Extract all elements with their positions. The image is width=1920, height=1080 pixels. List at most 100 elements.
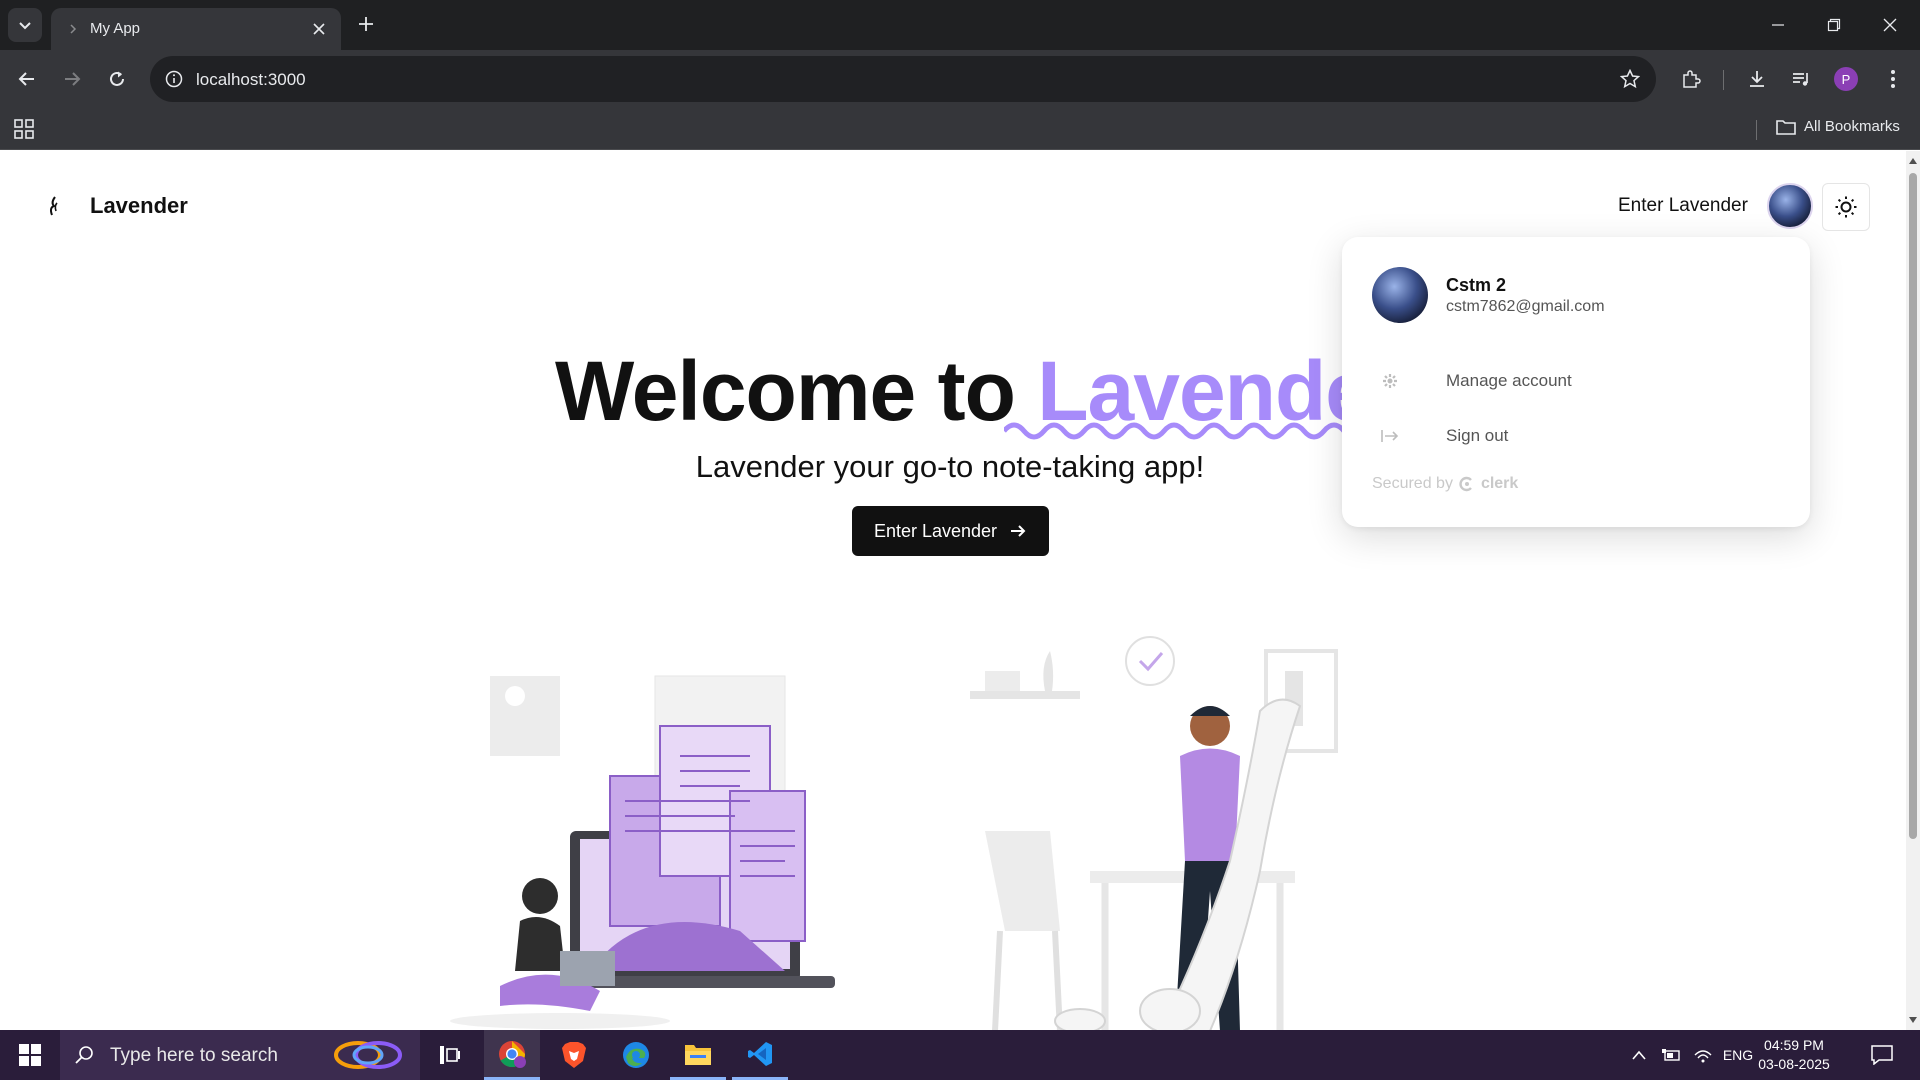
start-button[interactable]: [0, 1030, 60, 1080]
close-window-button[interactable]: [1862, 0, 1918, 50]
back-button[interactable]: [10, 62, 44, 96]
more-menu-icon[interactable]: [1876, 62, 1910, 96]
bookmarks-divider: [1756, 120, 1757, 140]
search-icon: [75, 1046, 93, 1064]
secured-by-footer: Secured by clerk: [1372, 475, 1518, 493]
taskbar-search-box[interactable]: Type here to search: [60, 1030, 420, 1080]
user-email: cstm7862@gmail.com: [1446, 298, 1605, 315]
scroll-thumb[interactable]: [1909, 173, 1917, 839]
taskbar-brave[interactable]: [546, 1030, 602, 1080]
download-icon[interactable]: [1740, 62, 1774, 96]
sign-out-button[interactable]: Sign out: [1342, 412, 1810, 460]
plus-icon: [359, 17, 373, 31]
address-bar[interactable]: localhost:3000: [150, 56, 1656, 102]
minimize-button[interactable]: [1750, 0, 1806, 50]
task-view-button[interactable]: [422, 1030, 478, 1080]
profile-button[interactable]: P: [1829, 62, 1863, 96]
battery-tray-icon[interactable]: [1656, 1030, 1686, 1080]
user-name: Cstm 2: [1446, 275, 1507, 295]
search-placeholder: Type here to search: [110, 1045, 278, 1066]
taskbar-clock[interactable]: 04:59 PM 03-08-2025: [1754, 1036, 1834, 1074]
manage-account-label: Manage account: [1446, 371, 1572, 390]
arrow-left-icon: [18, 72, 34, 86]
restore-icon: [1827, 18, 1841, 32]
reload-button[interactable]: [100, 62, 134, 96]
chevron-up-icon: [1632, 1050, 1646, 1060]
apps-grid-icon[interactable]: [12, 117, 36, 141]
edge-icon: [623, 1042, 649, 1068]
media-control-icon[interactable]: [1784, 62, 1818, 96]
user-avatar-button[interactable]: [1767, 183, 1813, 229]
toolbar-divider: [1723, 70, 1724, 90]
all-bookmarks-button[interactable]: All Bookmarks: [1776, 118, 1900, 135]
reload-icon: [110, 71, 124, 86]
folder-icon: [1776, 119, 1796, 135]
bookmarks-bar: All Bookmarks: [0, 108, 1920, 150]
brand-name[interactable]: Lavender: [90, 193, 188, 219]
chrome-icon: [499, 1040, 526, 1068]
web-page: Lavender Enter Lavender Welcome to Laven…: [0, 151, 1906, 1030]
hero-illustration: [450, 636, 1338, 1030]
browser-tab[interactable]: My App: [51, 8, 341, 50]
tab-title: My App: [90, 20, 141, 37]
browser-toolbar: localhost:3000 P: [0, 50, 1920, 108]
url-text: localhost:3000: [196, 70, 306, 89]
page-scrollbar[interactable]: [1906, 151, 1920, 1030]
taskbar-file-explorer[interactable]: [670, 1030, 726, 1080]
theme-toggle-button[interactable]: [1822, 183, 1870, 231]
hero-underline-squiggle: [1004, 422, 1344, 440]
sign-out-icon: [1380, 426, 1400, 446]
taskbar-vscode[interactable]: [732, 1030, 788, 1080]
tray-overflow-button[interactable]: [1624, 1030, 1654, 1080]
notification-icon: [1871, 1045, 1893, 1065]
scroll-up-arrow[interactable]: [1909, 158, 1917, 164]
right-scene: [970, 636, 1338, 1030]
all-bookmarks-label: All Bookmarks: [1804, 118, 1900, 135]
enter-lavender-label: Enter Lavender: [873, 520, 998, 541]
extensions-icon[interactable]: [1674, 62, 1708, 96]
vscode-icon: [748, 1041, 772, 1066]
close-icon: [1883, 18, 1897, 32]
taskbar-edge[interactable]: [608, 1030, 664, 1080]
profile-avatar: P: [1834, 67, 1858, 91]
forward-button[interactable]: [55, 62, 89, 96]
clock-date: 03-08-2025: [1758, 1056, 1830, 1072]
left-scene: [450, 675, 835, 1029]
popover-avatar: [1372, 267, 1428, 323]
arrow-right-icon: [65, 72, 81, 86]
notifications-button[interactable]: [1862, 1030, 1902, 1080]
sign-out-label: Sign out: [1446, 426, 1509, 445]
tab-list-button[interactable]: [8, 8, 42, 42]
site-info-icon[interactable]: [162, 67, 186, 91]
secured-by-label: Secured by: [1372, 475, 1453, 492]
gear-icon: [1380, 371, 1400, 391]
task-view-icon: [440, 1046, 460, 1064]
nav-enter-link[interactable]: Enter Lavender: [1618, 195, 1748, 217]
browser-tab-bar: My App: [0, 0, 1920, 50]
tab-close-button[interactable]: [309, 19, 329, 39]
minimize-icon: [1772, 24, 1784, 26]
windows-logo-icon: [19, 1044, 41, 1066]
hero-title-prefix: Welcome to: [555, 344, 1038, 438]
scroll-down-arrow[interactable]: [1909, 1017, 1917, 1023]
tab-favicon-icon: [70, 24, 77, 34]
clerk-logo-icon: [1459, 476, 1472, 492]
windows-taskbar: Type here to search ENG 04:59 PM 03-08-2…: [0, 1030, 1920, 1080]
enter-lavender-button[interactable]: Enter Lavender: [852, 506, 1049, 556]
chevron-down-icon: [19, 22, 31, 30]
wifi-tray-icon[interactable]: [1688, 1030, 1718, 1080]
taskbar-chrome[interactable]: [484, 1030, 540, 1080]
clerk-wordmark[interactable]: clerk: [1481, 475, 1518, 493]
clock-time: 04:59 PM: [1764, 1037, 1824, 1053]
bookmark-star-icon[interactable]: [1618, 67, 1642, 91]
arrow-right-icon: [1011, 525, 1026, 537]
lavender-logo-icon[interactable]: [45, 195, 63, 217]
close-icon: [313, 23, 325, 35]
manage-account-button[interactable]: Manage account: [1342, 357, 1810, 405]
new-tab-button[interactable]: [352, 10, 380, 38]
brave-icon: [562, 1042, 586, 1068]
language-indicator[interactable]: ENG: [1718, 1030, 1758, 1080]
sun-icon: [1835, 196, 1857, 218]
restore-button[interactable]: [1806, 0, 1862, 50]
search-highlight-icon: [334, 1041, 402, 1069]
